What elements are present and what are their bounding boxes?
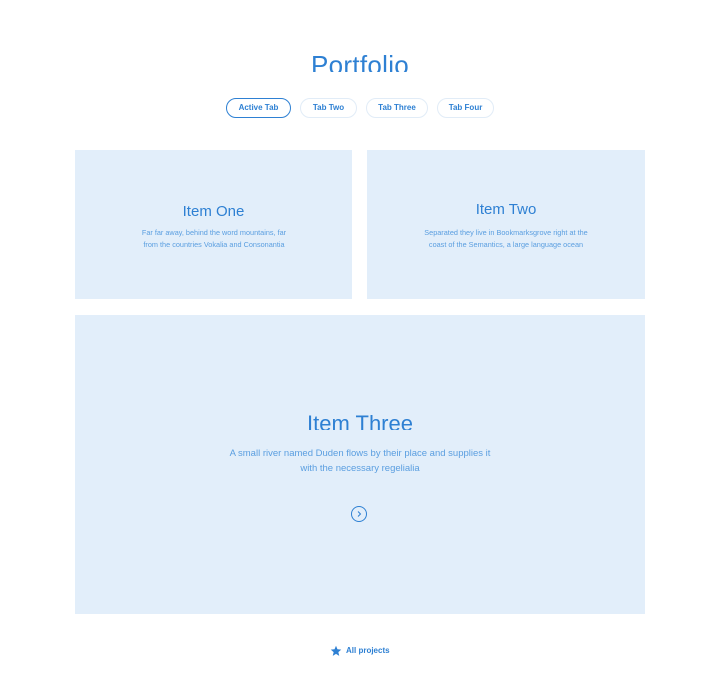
page-title: Portfolio xyxy=(310,50,410,72)
tab-four[interactable]: Tab Four xyxy=(437,98,494,118)
portfolio-card-item-three[interactable]: Item Three A small river named Duden flo… xyxy=(75,315,645,614)
card-title: Item Two xyxy=(475,201,537,214)
all-projects-label: All projects xyxy=(346,646,390,655)
tab-active[interactable]: Active Tab xyxy=(226,98,291,118)
card-description: Far far away, behind the word mountains,… xyxy=(141,228,287,249)
tab-three[interactable]: Tab Three xyxy=(366,98,428,118)
tab-bar: Active Tab Tab Two Tab Three Tab Four xyxy=(0,98,720,122)
star-icon xyxy=(330,645,342,656)
portfolio-card-item-one[interactable]: Item One Far far away, behind the word m… xyxy=(75,150,352,299)
tab-two[interactable]: Tab Two xyxy=(300,98,357,118)
card-description: A small river named Duden flows by their… xyxy=(229,448,491,474)
view-item-button[interactable] xyxy=(351,506,367,522)
card-title: Item One xyxy=(182,203,245,216)
card-title: Item Three xyxy=(307,411,413,430)
card-description: Separated they live in Bookmarksgrove ri… xyxy=(424,228,588,249)
all-projects-link[interactable]: All projects xyxy=(330,644,390,658)
chevron-right-icon xyxy=(357,511,362,517)
portfolio-card-item-two[interactable]: Item Two Separated they live in Bookmark… xyxy=(367,150,645,299)
